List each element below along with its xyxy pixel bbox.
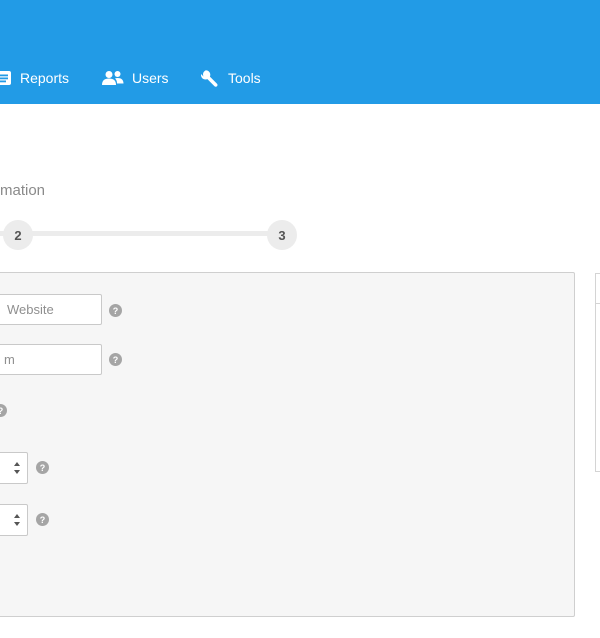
wrench-icon [201, 70, 218, 87]
help-icon[interactable]: ? [109, 353, 122, 366]
website-name-input[interactable]: Website [0, 294, 102, 325]
stepper-step-2[interactable]: 2 [3, 220, 33, 250]
website-input-value: Website [7, 302, 54, 317]
nav-reports-label: Reports [20, 70, 70, 86]
nav-item-tools[interactable]: Tools [200, 62, 261, 94]
stepper-step-3[interactable]: 3 [267, 220, 297, 250]
section-title: mation [0, 182, 46, 199]
url-input-value: m [4, 352, 15, 367]
stepper-track [0, 231, 284, 236]
select-dropdown[interactable] [0, 452, 28, 484]
nav-item-users[interactable]: Users [102, 62, 169, 94]
help-icon[interactable]: ? [0, 404, 7, 417]
url-input[interactable]: m [0, 344, 102, 375]
side-panel-header [596, 274, 600, 304]
help-icon[interactable]: ? [109, 304, 122, 317]
sort-arrows-icon [14, 514, 20, 526]
nav-tools-label: Tools [228, 70, 261, 86]
side-panel [595, 273, 600, 472]
help-icon[interactable]: ? [36, 461, 49, 474]
users-icon [102, 71, 124, 85]
nav-users-label: Users [132, 70, 169, 86]
help-icon[interactable]: ? [36, 513, 49, 526]
form-panel: Website ? m ? ? ? ? [0, 272, 575, 617]
select-dropdown[interactable] [0, 504, 28, 536]
nav-item-reports[interactable]: Reports [0, 62, 69, 94]
reports-icon [0, 71, 11, 85]
top-navigation-bar: Reports Users Tools [0, 0, 600, 104]
sort-arrows-icon [14, 462, 20, 474]
